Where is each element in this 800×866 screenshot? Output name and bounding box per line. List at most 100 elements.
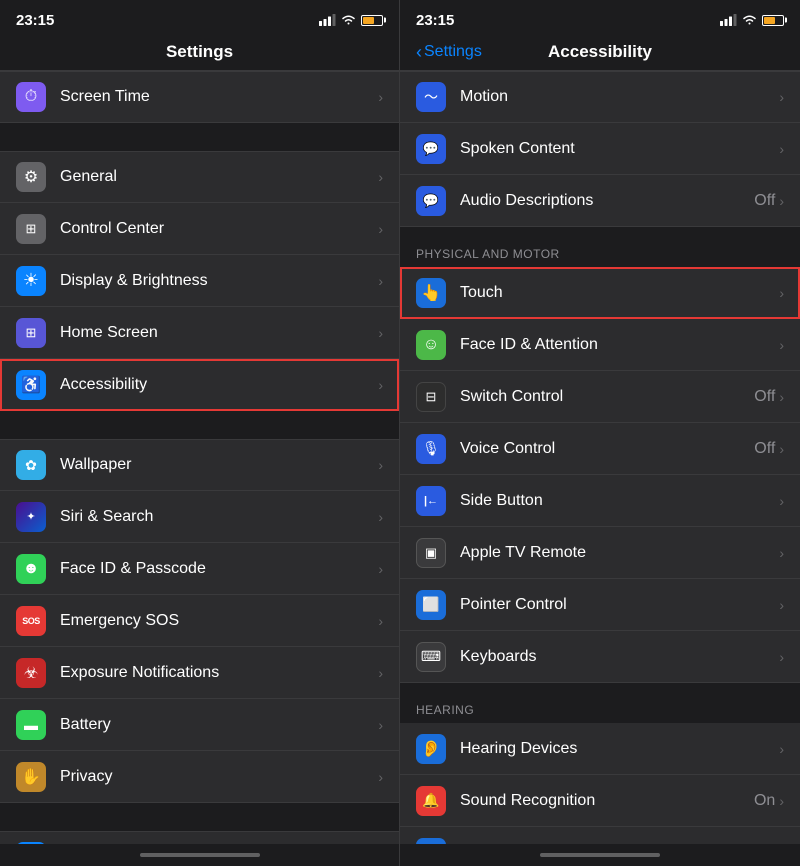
acc-item-side-button[interactable]: |← Side Button › bbox=[400, 475, 800, 527]
signal-icon-right bbox=[720, 14, 737, 26]
sos-label: Emergency SOS bbox=[60, 612, 374, 630]
left-panel-title: Settings bbox=[166, 42, 233, 61]
switch-control-label: Switch Control bbox=[460, 388, 754, 406]
siri-icon: ✦ bbox=[16, 502, 46, 532]
acc-item-face-id-attention[interactable]: ☺ Face ID & Attention › bbox=[400, 319, 800, 371]
settings-item-home-screen[interactable]: ⊞ Home Screen › bbox=[0, 307, 399, 359]
chevron-switch: › bbox=[779, 389, 784, 405]
left-panel: 23:15 Settings bbox=[0, 0, 400, 866]
chevron-siri: › bbox=[378, 509, 383, 525]
voice-control-label: Voice Control bbox=[460, 440, 754, 458]
battery-icon-right bbox=[762, 15, 784, 26]
apple-tv-label: Apple TV Remote bbox=[460, 544, 779, 562]
acc-item-apple-tv[interactable]: ▣ Apple TV Remote › bbox=[400, 527, 800, 579]
chevron-pointer: › bbox=[779, 597, 784, 613]
divider-1 bbox=[0, 123, 399, 151]
settings-item-wallpaper[interactable]: ✿ Wallpaper › bbox=[0, 439, 399, 491]
settings-item-privacy[interactable]: ✋ Privacy › bbox=[0, 751, 399, 803]
chevron-general: › bbox=[378, 169, 383, 185]
status-icons-left bbox=[319, 14, 383, 26]
acc-item-touch[interactable]: 👆 Touch › bbox=[400, 267, 800, 319]
sound-rec-label: Sound Recognition bbox=[460, 792, 754, 810]
physical-motor-header: PHYSICAL AND MOTOR bbox=[400, 227, 800, 267]
chevron-sos: › bbox=[378, 613, 383, 629]
divider-3 bbox=[0, 803, 399, 831]
settings-group-2: ⚙ General › ⊞ Control Center › ☀ Display… bbox=[0, 151, 399, 411]
settings-item-sos[interactable]: SOS Emergency SOS › bbox=[0, 595, 399, 647]
settings-item-accessibility[interactable]: ♿ Accessibility › bbox=[0, 359, 399, 411]
chevron-spoken: › bbox=[779, 141, 784, 157]
home-indicator-left bbox=[0, 844, 399, 866]
keyboards-label: Keyboards bbox=[460, 648, 779, 666]
motion-label: Motion bbox=[460, 88, 779, 106]
settings-item-battery[interactable]: ▬ Battery › bbox=[0, 699, 399, 751]
status-icons-right bbox=[720, 14, 784, 26]
settings-list: ⏱ Screen Time › ⚙ General › ⊞ Control Ce… bbox=[0, 71, 399, 844]
control-center-icon: ⊞ bbox=[16, 214, 46, 244]
settings-item-siri[interactable]: ✦ Siri & Search › bbox=[0, 491, 399, 543]
acc-item-audio-desc[interactable]: 💬 Audio Descriptions Off › bbox=[400, 175, 800, 227]
time-left: 23:15 bbox=[16, 12, 54, 29]
settings-item-display[interactable]: ☀ Display & Brightness › bbox=[0, 255, 399, 307]
chevron-keyboards: › bbox=[779, 649, 784, 665]
chevron-side: › bbox=[779, 493, 784, 509]
settings-item-general[interactable]: ⚙ General › bbox=[0, 151, 399, 203]
control-center-label: Control Center bbox=[60, 220, 374, 238]
settings-item-app-store[interactable]: A App Store › bbox=[0, 831, 399, 844]
audio-desc-value: Off bbox=[754, 192, 775, 210]
accessibility-label: Accessibility bbox=[60, 376, 374, 394]
screen-time-label: Screen Time bbox=[60, 88, 374, 106]
time-right: 23:15 bbox=[416, 12, 454, 29]
settings-item-face-id[interactable]: ☻ Face ID & Passcode › bbox=[0, 543, 399, 595]
acc-item-spoken-content[interactable]: 💬 Spoken Content › bbox=[400, 123, 800, 175]
back-button[interactable]: ‹ Settings bbox=[416, 42, 482, 63]
wallpaper-icon: ✿ bbox=[16, 450, 46, 480]
audio-visual-label: Audio/Visual bbox=[460, 844, 779, 845]
acc-item-audio-visual[interactable]: 🔊 Audio/Visual › bbox=[400, 827, 800, 844]
chevron-battery: › bbox=[378, 717, 383, 733]
left-nav-header: Settings bbox=[0, 36, 399, 71]
keyboards-icon: ⌨ bbox=[416, 642, 446, 672]
acc-item-keyboards[interactable]: ⌨ Keyboards › bbox=[400, 631, 800, 683]
right-panel: 23:15 ‹ Settings Acc bbox=[400, 0, 800, 866]
apple-tv-icon: ▣ bbox=[416, 538, 446, 568]
settings-item-control-center[interactable]: ⊞ Control Center › bbox=[0, 203, 399, 255]
home-screen-icon: ⊞ bbox=[16, 318, 46, 348]
battery-icon-left bbox=[361, 15, 383, 26]
acc-item-pointer[interactable]: ⬜ Pointer Control › bbox=[400, 579, 800, 631]
display-icon: ☀ bbox=[16, 266, 46, 296]
privacy-icon: ✋ bbox=[16, 762, 46, 792]
battery-label: Battery bbox=[60, 716, 374, 734]
back-chevron-icon: ‹ bbox=[416, 42, 422, 63]
wallpaper-label: Wallpaper bbox=[60, 456, 374, 474]
privacy-label: Privacy bbox=[60, 768, 374, 786]
home-screen-label: Home Screen bbox=[60, 324, 374, 342]
face-id-att-icon: ☺ bbox=[416, 330, 446, 360]
settings-item-exposure[interactable]: ☣ Exposure Notifications › bbox=[0, 647, 399, 699]
acc-item-hearing-devices[interactable]: 👂 Hearing Devices › bbox=[400, 723, 800, 775]
pointer-label: Pointer Control bbox=[460, 596, 779, 614]
exposure-icon: ☣ bbox=[16, 658, 46, 688]
switch-control-value: Off bbox=[754, 388, 775, 406]
motion-icon: 〜 bbox=[416, 82, 446, 112]
screen-time-icon: ⏱ bbox=[16, 82, 46, 112]
acc-item-motion[interactable]: 〜 Motion › bbox=[400, 71, 800, 123]
face-id-icon: ☻ bbox=[16, 554, 46, 584]
voice-control-icon: 🎙 bbox=[416, 434, 446, 464]
acc-item-voice-control[interactable]: 🎙 Voice Control Off › bbox=[400, 423, 800, 475]
acc-item-sound-recognition[interactable]: 🔔 Sound Recognition On › bbox=[400, 775, 800, 827]
acc-item-switch-control[interactable]: ⊟ Switch Control Off › bbox=[400, 371, 800, 423]
chevron-face-att: › bbox=[779, 337, 784, 353]
face-id-label: Face ID & Passcode bbox=[60, 560, 374, 578]
exposure-label: Exposure Notifications bbox=[60, 664, 374, 682]
audio-visual-icon: 🔊 bbox=[416, 838, 446, 845]
right-panel-title: Accessibility bbox=[548, 42, 652, 62]
settings-group-1: ⏱ Screen Time › bbox=[0, 71, 399, 123]
chevron-home: › bbox=[378, 325, 383, 341]
side-button-icon: |← bbox=[416, 486, 446, 516]
settings-item-screen-time[interactable]: ⏱ Screen Time › bbox=[0, 71, 399, 123]
spoken-icon: 💬 bbox=[416, 134, 446, 164]
chevron-faceid: › bbox=[378, 561, 383, 577]
accessibility-list: 〜 Motion › 💬 Spoken Content › 💬 Audio De… bbox=[400, 71, 800, 844]
divider-2 bbox=[0, 411, 399, 439]
